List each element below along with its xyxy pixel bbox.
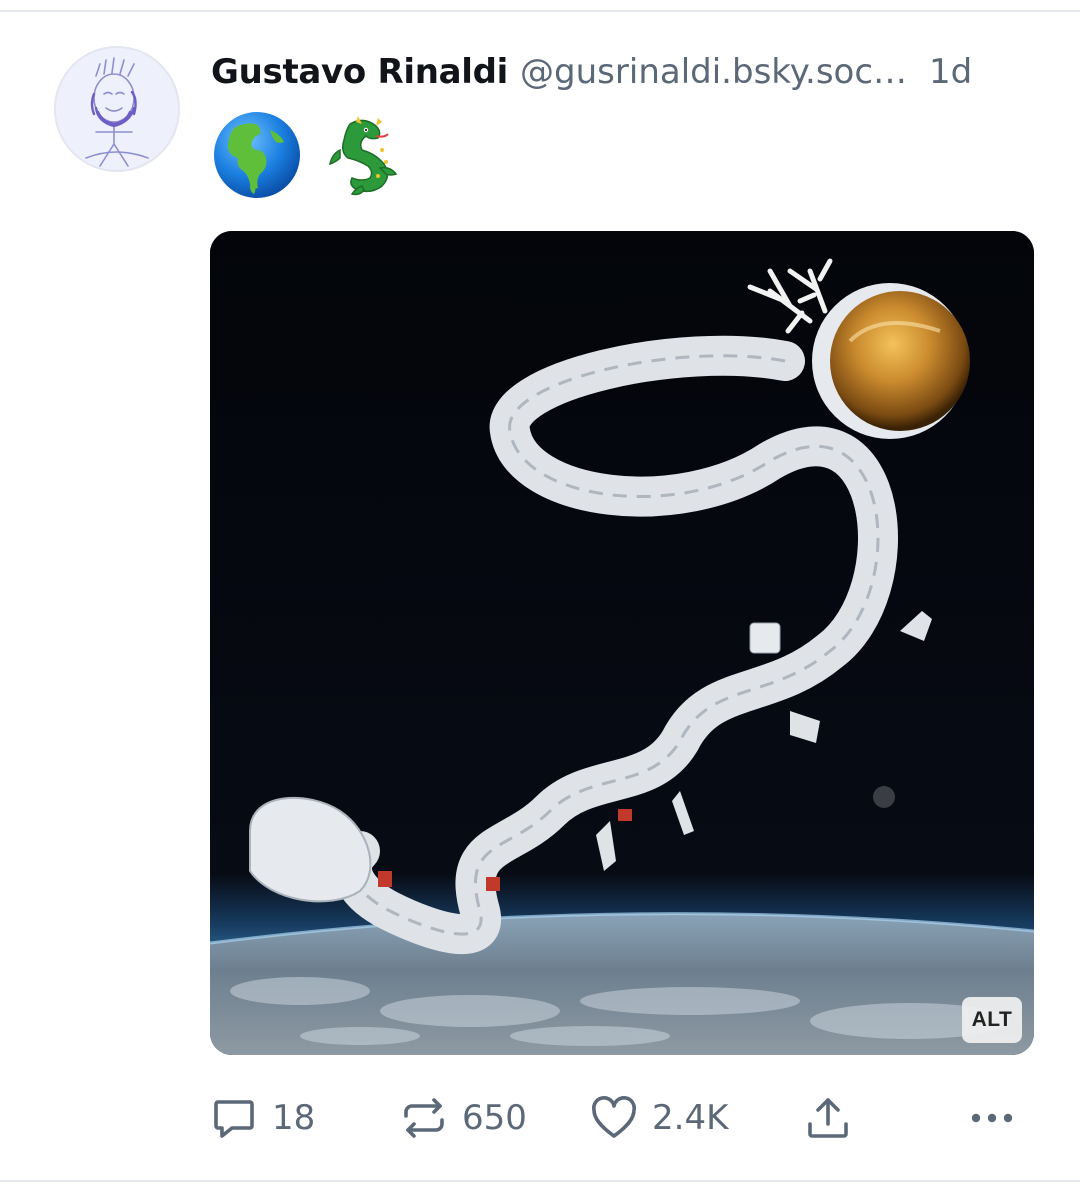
reply-count: 18 (272, 1098, 316, 1138)
globe-americas-emoji (214, 112, 300, 198)
more-icon (971, 1113, 1013, 1123)
author-handle[interactable]: @gusrinaldi.bsky.soc… (520, 52, 907, 92)
share-icon (808, 1098, 848, 1138)
more-button[interactable] (968, 1090, 1016, 1146)
share-button[interactable] (804, 1090, 852, 1146)
post-header: Gustavo Rinaldi @gusrinaldi.bsky.soc… 1d (211, 48, 1041, 96)
author-name[interactable]: Gustavo Rinaldi (211, 52, 508, 92)
post-actions: 18 650 2.4K (210, 1090, 1040, 1146)
post-text (212, 110, 410, 200)
repost-button[interactable]: 650 (400, 1090, 527, 1146)
reply-button[interactable]: 18 (210, 1090, 315, 1146)
top-divider (0, 10, 1080, 12)
avatar-sketch-icon (56, 48, 178, 170)
reply-icon (214, 1100, 254, 1138)
post-image[interactable]: ALT (210, 231, 1034, 1055)
dragon-emoji (329, 116, 398, 196)
repost-icon (404, 1098, 444, 1138)
author-avatar[interactable] (54, 46, 180, 172)
repost-count: 650 (462, 1098, 527, 1138)
alt-text-badge[interactable]: ALT (962, 997, 1022, 1043)
post-timestamp[interactable]: 1d (929, 52, 972, 92)
heart-icon (592, 1096, 636, 1138)
astronaut-dragon-illustration (210, 231, 1034, 1055)
like-button[interactable]: 2.4K (590, 1090, 728, 1146)
like-count: 2.4K (652, 1098, 729, 1138)
post[interactable]: Gustavo Rinaldi @gusrinaldi.bsky.soc… 1d (0, 0, 1080, 1187)
bottom-divider (0, 1180, 1080, 1182)
